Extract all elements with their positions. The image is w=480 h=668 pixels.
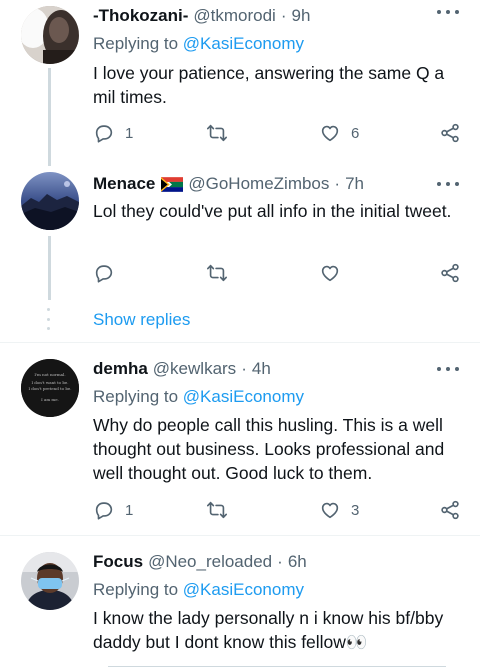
mention-link[interactable]: @KasiEconomy	[183, 34, 304, 53]
thread-line	[48, 236, 51, 300]
share-button[interactable]	[439, 499, 461, 521]
separator-dot: ·	[241, 359, 247, 378]
avatar-quote-image: I'm not normal. I don't want to be. I do…	[21, 359, 79, 417]
avatar[interactable]	[21, 172, 79, 230]
quoted-card-edge	[108, 666, 446, 667]
share-icon	[441, 123, 459, 143]
heart-icon	[321, 502, 339, 519]
share-button[interactable]	[439, 122, 461, 144]
avatar[interactable]: I'm not normal. I don't want to be. I do…	[21, 359, 79, 417]
more-options-icon[interactable]	[437, 365, 459, 373]
like-count: 6	[351, 124, 360, 142]
heart-icon	[321, 125, 339, 142]
replying-prefix: Replying to	[93, 387, 179, 406]
separator-dot: ·	[280, 6, 287, 25]
reply-button[interactable]: 1	[93, 122, 133, 144]
tweet-header: -Thokozani- @tkmorodi · 9h	[93, 6, 310, 26]
replying-to: Replying to @KasiEconomy	[93, 34, 304, 54]
separator-dot: ·	[277, 552, 283, 571]
reply-icon	[95, 265, 113, 283]
svg-text:I don't want to be.: I don't want to be.	[31, 380, 68, 385]
timestamp[interactable]: 6h	[288, 552, 307, 572]
like-count: 3	[351, 501, 360, 519]
mention-link[interactable]: @KasiEconomy	[183, 580, 304, 599]
replying-to: Replying to @KasiEconomy	[93, 387, 304, 407]
svg-text:I don't pretend to be.: I don't pretend to be.	[28, 386, 71, 391]
thread-line	[48, 68, 51, 166]
reply-count: 1	[125, 124, 134, 142]
tweet-4[interactable]: Focus @Neo_reloaded · 6h Replying to @Ka…	[0, 536, 480, 668]
tweet-actions: 1 3	[93, 499, 463, 523]
reply-button[interactable]: 1	[93, 499, 133, 521]
tweet-text: Lol they could've put all info in the in…	[93, 201, 452, 221]
tweet-2[interactable]: Menace @GoHomeZimbos · 7h Lol they could…	[0, 166, 480, 300]
more-options-icon[interactable]	[437, 180, 459, 188]
tweet-header: demha @kewlkars · 4h	[93, 359, 271, 379]
heart-icon	[321, 265, 339, 282]
display-name[interactable]: -Thokozani-	[93, 6, 188, 26]
timestamp[interactable]: 9h	[292, 6, 311, 26]
tweet-actions	[93, 262, 463, 286]
display-name[interactable]: demha	[93, 359, 148, 379]
user-handle[interactable]: @Neo_reloaded	[148, 552, 272, 572]
separator-dot: ·	[334, 174, 341, 193]
reply-icon	[95, 125, 113, 143]
more-options-icon[interactable]	[437, 8, 459, 16]
svg-text:I am me.: I am me.	[41, 397, 59, 402]
user-handle[interactable]: @tkmorodi	[193, 6, 275, 26]
retweet-icon	[207, 264, 227, 282]
timestamp[interactable]: 4h	[252, 359, 271, 379]
avatar[interactable]	[21, 6, 79, 64]
user-handle[interactable]: @GoHomeZimbos	[188, 174, 329, 194]
tweet-1[interactable]: -Thokozani- @tkmorodi · 9h Replying to @…	[0, 0, 480, 166]
tweet-header: Focus @Neo_reloaded · 6h	[93, 552, 307, 572]
mention-link[interactable]: @KasiEconomy	[183, 387, 304, 406]
reply-button[interactable]	[93, 262, 125, 284]
display-name[interactable]: Focus	[93, 552, 143, 572]
retweet-icon	[207, 124, 227, 142]
avatar-photo	[21, 6, 79, 64]
share-icon	[441, 500, 459, 520]
reply-icon	[95, 502, 113, 520]
replying-to: Replying to @KasiEconomy	[93, 580, 304, 600]
share-button[interactable]	[439, 262, 461, 284]
show-replies-link[interactable]: Show replies	[93, 310, 190, 330]
tweet-header: Menace @GoHomeZimbos · 7h	[93, 174, 364, 194]
display-name[interactable]: Menace	[93, 174, 155, 194]
tweet-text: I know the lady personally n i know his …	[93, 608, 444, 652]
retweet-button[interactable]	[206, 122, 238, 144]
avatar-photo	[21, 552, 79, 610]
avatar-photo	[21, 172, 79, 230]
timestamp[interactable]: 7h	[345, 174, 364, 194]
retweet-button[interactable]	[206, 262, 238, 284]
retweet-icon	[207, 501, 227, 519]
tweet-text: Why do people call this husling. This is…	[93, 415, 445, 483]
reply-count: 1	[125, 501, 134, 519]
like-button[interactable]: 6	[319, 122, 359, 144]
user-handle[interactable]: @kewlkars	[153, 359, 236, 379]
tweet-actions: 1 6	[93, 122, 463, 146]
replying-prefix: Replying to	[93, 34, 179, 53]
svg-text:I'm not normal.: I'm not normal.	[34, 372, 65, 377]
like-button[interactable]	[319, 262, 351, 284]
south-africa-flag-icon	[161, 176, 184, 192]
retweet-button[interactable]	[206, 499, 238, 521]
tweet-text: I love your patience, answering the same…	[93, 63, 445, 107]
replying-prefix: Replying to	[93, 580, 179, 599]
like-button[interactable]: 3	[319, 499, 359, 521]
avatar[interactable]	[21, 552, 79, 610]
share-icon	[441, 263, 459, 283]
tweet-3[interactable]: I'm not normal. I don't want to be. I do…	[0, 343, 480, 535]
thread-ellipsis-icon	[47, 308, 51, 330]
